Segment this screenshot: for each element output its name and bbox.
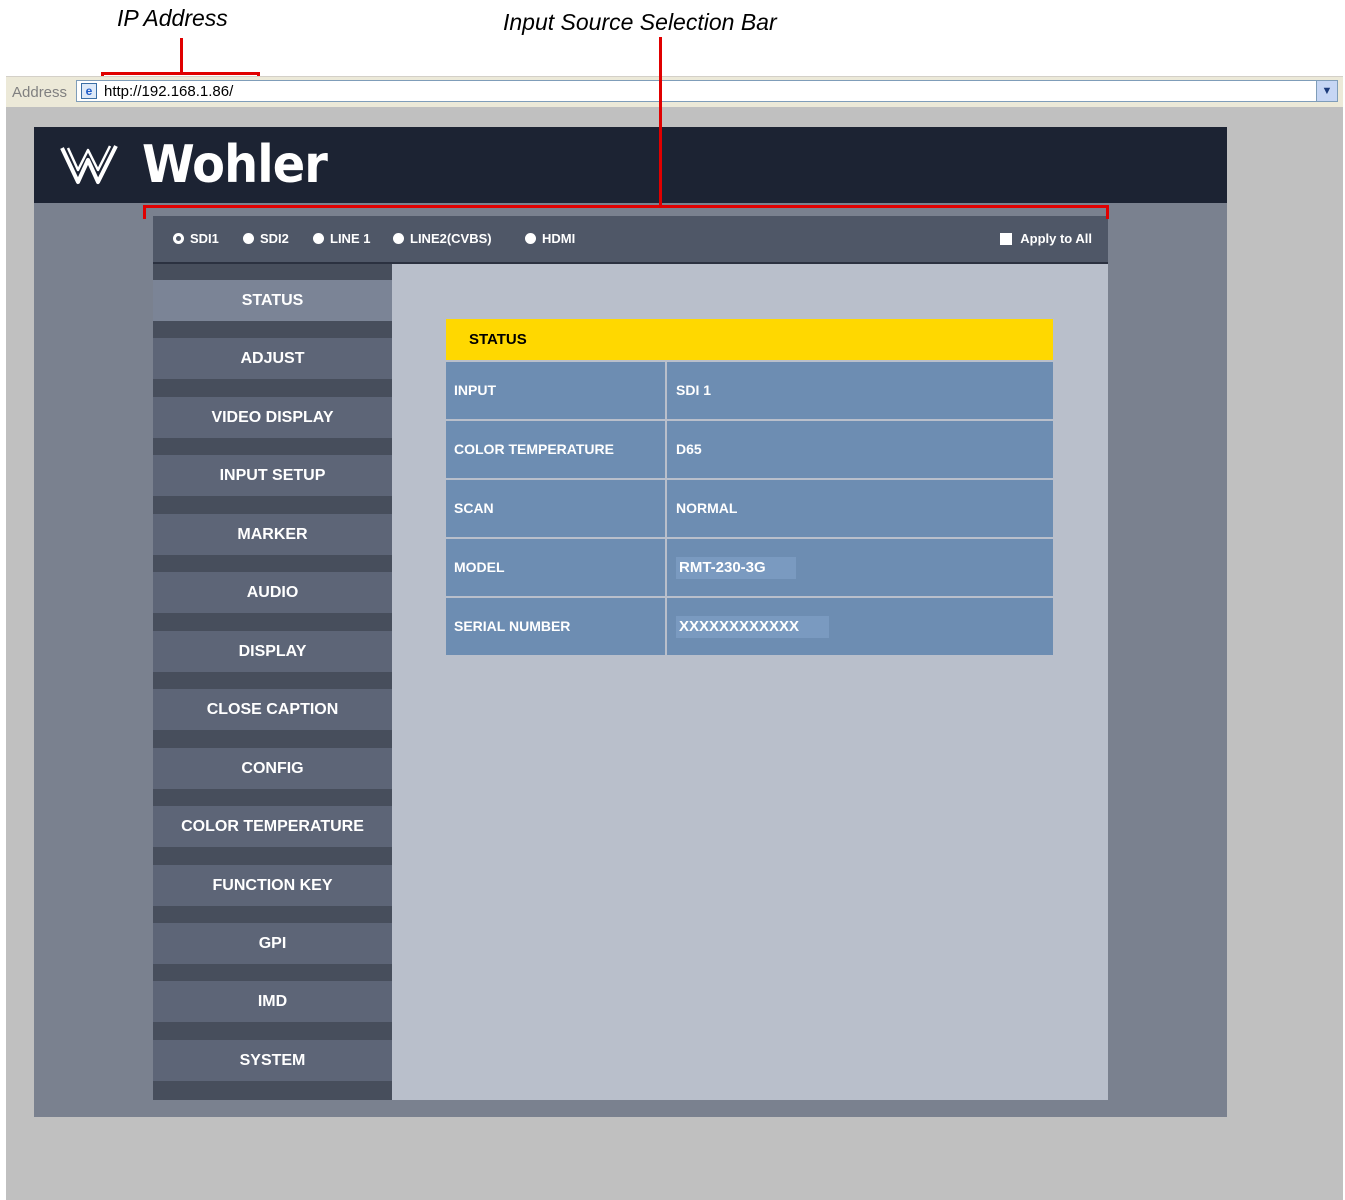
nav-item-status[interactable]: STATUS	[153, 280, 392, 321]
status-row-value: RMT-230-3G	[676, 557, 796, 579]
annotation-bracket-bar-top	[143, 205, 1109, 208]
status-row-color-temperature: COLOR TEMPERATURE D65	[446, 421, 1053, 478]
radio-icon	[393, 233, 404, 244]
logo-text: Wohler	[142, 135, 328, 195]
annotation-bracket-bar-right	[1106, 205, 1109, 219]
status-row-serial-number: SERIAL NUMBER XXXXXXXXXXXX	[446, 598, 1053, 655]
status-row-scan: SCAN NORMAL	[446, 480, 1053, 537]
content-panel: STATUS INPUT SDI 1 COLOR TEMPERATURE D65…	[392, 264, 1108, 1100]
app-frame: Wohler SDI1 SDI2 LINE 1 LINE2(CVBS) HDMI…	[34, 127, 1227, 1117]
nav-item-function-key[interactable]: FUNCTION KEY	[153, 865, 392, 906]
radio-selected-icon	[173, 233, 184, 244]
status-row-value-cell: RMT-230-3G	[667, 539, 1053, 596]
radio-label: LINE 1	[330, 231, 371, 246]
browser-address-bar: Address e http://192.168.1.86/ ▼	[6, 76, 1343, 108]
status-row-value: NORMAL	[667, 480, 1053, 537]
status-table: STATUS INPUT SDI 1 COLOR TEMPERATURE D65…	[446, 319, 1053, 655]
status-row-model: MODEL RMT-230-3G	[446, 539, 1053, 596]
browser-viewport: Wohler SDI1 SDI2 LINE 1 LINE2(CVBS) HDMI…	[6, 107, 1343, 1200]
status-row-label: SERIAL NUMBER	[446, 598, 665, 655]
input-source-bar: SDI1 SDI2 LINE 1 LINE2(CVBS) HDMI Apply …	[153, 216, 1108, 264]
nav-item-input-setup[interactable]: INPUT SETUP	[153, 455, 392, 496]
apply-to-all-label: Apply to All	[1020, 231, 1092, 246]
logo-header: Wohler	[34, 127, 1227, 203]
checkbox-icon	[1000, 232, 1013, 245]
nav-item-close-caption[interactable]: CLOSE CAPTION	[153, 689, 392, 730]
address-url[interactable]: http://192.168.1.86/	[104, 83, 233, 100]
address-label: Address	[12, 84, 68, 101]
radio-label: HDMI	[542, 231, 576, 246]
annotation-bracket-bar-left	[143, 205, 146, 219]
status-row-label: SCAN	[446, 480, 665, 537]
nav-item-display[interactable]: DISPLAY	[153, 631, 392, 672]
annotation-ip-address: IP Address	[117, 5, 228, 31]
status-row-value-cell: XXXXXXXXXXXX	[667, 598, 1053, 655]
radio-hdmi[interactable]: HDMI	[525, 231, 575, 246]
wohler-w-icon	[60, 145, 118, 184]
status-row-value: XXXXXXXXXXXX	[676, 616, 830, 638]
nav-item-video-display[interactable]: VIDEO DISPLAY	[153, 397, 392, 438]
chevron-down-icon[interactable]: ▼	[1316, 81, 1337, 101]
annotation-bracket-bar-stem	[659, 37, 662, 207]
address-input[interactable]: e http://192.168.1.86/ ▼	[76, 80, 1338, 102]
nav-item-system[interactable]: SYSTEM	[153, 1040, 392, 1081]
radio-sdi1[interactable]: SDI1	[173, 231, 219, 246]
status-row-input: INPUT SDI 1	[446, 362, 1053, 419]
annotation-bracket-ip-stem	[180, 38, 183, 74]
annotation-bracket-ip-bar	[101, 72, 260, 75]
radio-sdi2[interactable]: SDI2	[243, 231, 289, 246]
status-row-value: SDI 1	[667, 362, 1053, 419]
radio-label: SDI1	[190, 231, 219, 246]
logo: Wohler	[58, 135, 335, 195]
status-row-value: D65	[667, 421, 1053, 478]
status-row-label: INPUT	[446, 362, 665, 419]
status-row-label: MODEL	[446, 539, 665, 596]
apply-to-all-checkbox[interactable]: Apply to All	[1000, 231, 1092, 246]
radio-label: SDI2	[260, 231, 289, 246]
radio-icon	[313, 233, 324, 244]
nav-item-imd[interactable]: IMD	[153, 981, 392, 1022]
sidebar-nav: STATUS ADJUST VIDEO DISPLAY INPUT SETUP …	[153, 264, 392, 1100]
annotation-input-source-bar: Input Source Selection Bar	[503, 9, 777, 35]
radio-icon	[243, 233, 254, 244]
nav-item-gpi[interactable]: GPI	[153, 923, 392, 964]
nav-item-marker[interactable]: MARKER	[153, 514, 392, 555]
radio-line1[interactable]: LINE 1	[313, 231, 370, 246]
ie-page-icon: e	[81, 83, 97, 99]
nav-item-adjust[interactable]: ADJUST	[153, 338, 392, 379]
radio-line2-cvbs[interactable]: LINE2(CVBS)	[393, 231, 492, 246]
status-row-label: COLOR TEMPERATURE	[446, 421, 665, 478]
radio-icon	[525, 233, 536, 244]
radio-label: LINE2(CVBS)	[410, 231, 492, 246]
status-table-title: STATUS	[446, 319, 1053, 360]
nav-item-config[interactable]: CONFIG	[153, 748, 392, 789]
nav-item-audio[interactable]: AUDIO	[153, 572, 392, 613]
nav-item-color-temperature[interactable]: COLOR TEMPERATURE	[153, 806, 392, 847]
